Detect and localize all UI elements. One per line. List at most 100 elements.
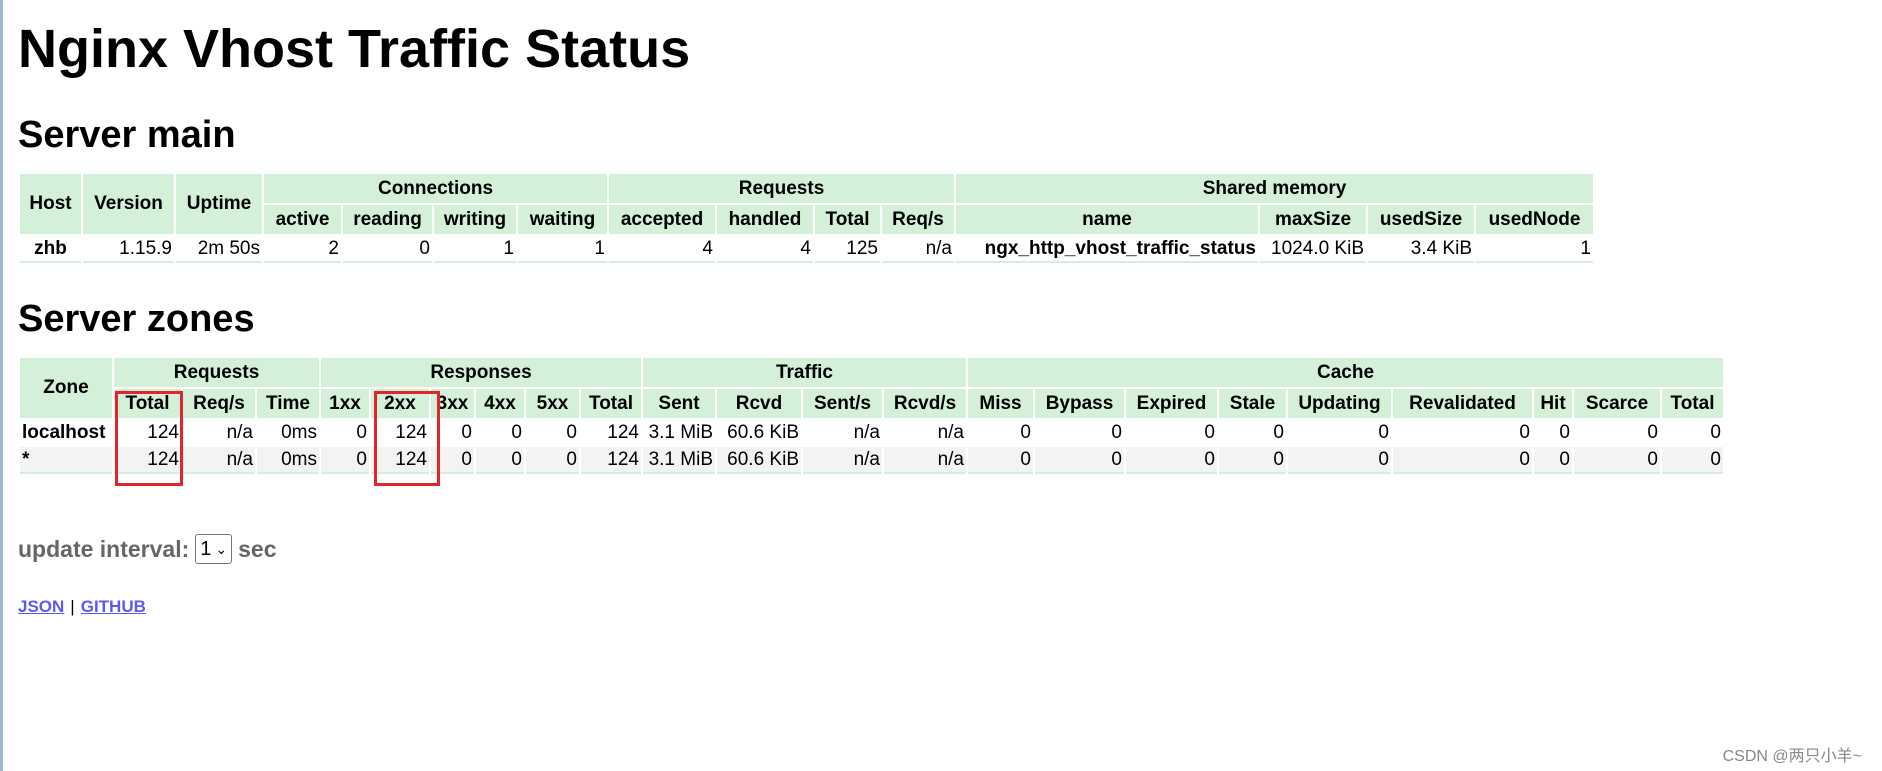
col-reading: reading bbox=[343, 205, 432, 234]
footer-links: JSON | GITHUB bbox=[18, 597, 146, 617]
col-1xx: 1xx bbox=[321, 389, 369, 418]
cell: 2m 50s bbox=[176, 236, 262, 263]
col-usednode: usedNode bbox=[1476, 205, 1593, 234]
page-title: Nginx Vhost Traffic Status bbox=[18, 19, 691, 79]
server-zones-table: Zone Requests Responses Traffic Cache To… bbox=[18, 356, 1725, 476]
col-version: Version bbox=[83, 174, 174, 234]
cell: 0 bbox=[1647, 421, 1658, 443]
group-shared-memory: Shared memory bbox=[956, 174, 1593, 203]
cell: 0 bbox=[526, 447, 579, 474]
table-row: localhost 124 n/a 0ms 0 124 0 0 0 124 3.1 MiB 60.6 … bbox=[20, 420, 1723, 445]
col-sents: Sent/s bbox=[803, 389, 882, 418]
cell: 4 bbox=[609, 236, 715, 263]
cell: 0ms bbox=[257, 447, 319, 474]
table-row: zhb 1.15.9 2m 50s 2 0 1 1 4 4 125 n/a ngx_http_vhos… bbox=[20, 236, 1593, 263]
col-total: Total bbox=[1662, 389, 1723, 418]
cell: 1.15.9 bbox=[83, 236, 174, 263]
col-maxsize: maxSize bbox=[1260, 205, 1366, 234]
cell: 0 bbox=[1559, 421, 1570, 443]
col-handled: handled bbox=[717, 205, 813, 234]
cell: * bbox=[20, 447, 112, 474]
chevron-down-icon: ⌄ bbox=[215, 540, 228, 557]
col-total: Total bbox=[815, 205, 880, 234]
server-zones-heading: Server zones bbox=[18, 298, 255, 340]
cell: n/a bbox=[853, 421, 880, 443]
highlight-total bbox=[115, 391, 183, 486]
cell: 0 bbox=[1662, 447, 1723, 474]
group-requests: Requests bbox=[609, 174, 954, 203]
col-updating: Updating bbox=[1288, 389, 1391, 418]
cell: 0ms bbox=[281, 421, 317, 443]
cell: 0 bbox=[566, 421, 577, 443]
cell: 0 bbox=[1519, 421, 1530, 443]
cell: 0 bbox=[343, 236, 432, 263]
cell: 0 bbox=[1534, 447, 1572, 474]
window-edge bbox=[0, 0, 3, 771]
group-traffic: Traffic bbox=[643, 358, 966, 387]
col-reqs: Req/s bbox=[183, 389, 255, 418]
cell: 1 bbox=[1476, 236, 1593, 263]
col-zone: Zone bbox=[20, 358, 112, 418]
cell: 2 bbox=[264, 236, 341, 263]
cell: 0 bbox=[1393, 447, 1532, 474]
cell: n/a bbox=[183, 447, 255, 474]
json-link[interactable]: JSON bbox=[18, 597, 64, 616]
col-bypass: Bypass bbox=[1035, 389, 1124, 418]
cell: 0 bbox=[1035, 447, 1124, 474]
update-interval-label: update interval: bbox=[18, 535, 190, 562]
col-stale: Stale bbox=[1219, 389, 1286, 418]
col-writing: writing bbox=[434, 205, 516, 234]
col-total: Total bbox=[581, 389, 641, 418]
col-name: name bbox=[956, 205, 1258, 234]
cell: 0 bbox=[1288, 447, 1391, 474]
interval-value: 1 bbox=[200, 537, 212, 560]
col-sent: Sent bbox=[643, 389, 715, 418]
col-time: Time bbox=[257, 389, 319, 418]
interval-unit: sec bbox=[238, 535, 277, 562]
col-miss: Miss bbox=[968, 389, 1033, 418]
cell: n/a bbox=[884, 447, 966, 474]
cell: 0 bbox=[321, 447, 369, 474]
interval-select[interactable]: 1 ⌄ bbox=[195, 534, 233, 564]
col-5xx: 5xx bbox=[526, 389, 579, 418]
col-revalidated: Revalidated bbox=[1393, 389, 1532, 418]
cell: localhost bbox=[22, 421, 106, 443]
cell: 1 bbox=[434, 236, 516, 263]
cell: n/a bbox=[226, 421, 253, 443]
cell: 3.1 MiB bbox=[648, 421, 713, 443]
cell: 0 bbox=[356, 421, 367, 443]
col-reqs: Req/s bbox=[882, 205, 954, 234]
cell: 0 bbox=[1219, 447, 1286, 474]
cell: 124 bbox=[581, 447, 641, 474]
cell: 0 bbox=[968, 447, 1033, 474]
table-row: * 124 n/a 0ms 0 124 0 0 0 124 3.1 MiB 60.6 KiB n/a n/… bbox=[20, 447, 1723, 474]
col-scarce: Scarce bbox=[1574, 389, 1660, 418]
highlight-2xx bbox=[374, 391, 440, 486]
col-rcvds: Rcvd/s bbox=[884, 389, 966, 418]
col-active: active bbox=[264, 205, 341, 234]
cell: 125 bbox=[815, 236, 880, 263]
cell: zhb bbox=[20, 236, 81, 263]
group-connections: Connections bbox=[264, 174, 607, 203]
col-rcvd: Rcvd bbox=[717, 389, 801, 418]
cell: 0 bbox=[1204, 421, 1215, 443]
col-accepted: accepted bbox=[609, 205, 715, 234]
cell: 4 bbox=[717, 236, 813, 263]
github-link[interactable]: GITHUB bbox=[81, 597, 146, 616]
cell: n/a bbox=[937, 421, 964, 443]
col-waiting: waiting bbox=[518, 205, 607, 234]
cell: 1 bbox=[518, 236, 607, 263]
group-requests: Requests bbox=[114, 358, 319, 387]
group-cache: Cache bbox=[968, 358, 1723, 387]
cell: 0 bbox=[1126, 447, 1217, 474]
cell: 124 bbox=[607, 421, 639, 443]
cell: 0 bbox=[1378, 421, 1389, 443]
cell: 0 bbox=[511, 421, 522, 443]
cell: 60.6 KiB bbox=[717, 447, 801, 474]
cell: 3.4 KiB bbox=[1368, 236, 1474, 263]
col-host: Host bbox=[20, 174, 81, 234]
cell: 0 bbox=[1020, 421, 1031, 443]
cell: ngx_http_vhost_traffic_status bbox=[956, 236, 1258, 263]
cell: 0 bbox=[1710, 421, 1721, 443]
col-usedsize: usedSize bbox=[1368, 205, 1474, 234]
